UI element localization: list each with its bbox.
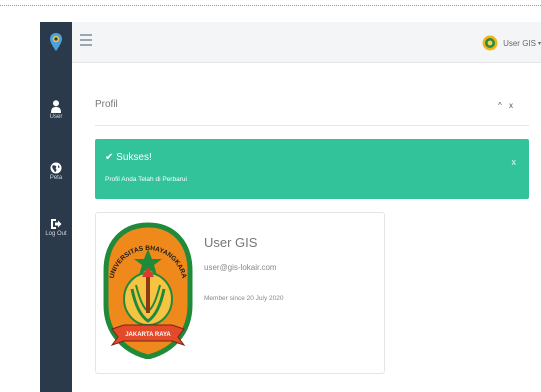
sidebar-item-label: User — [49, 114, 63, 120]
sidebar-item-peta[interactable]: Peta — [40, 162, 72, 181]
profile-card: UNIVERSITAS BHAYANGKARA JAKARTA RAYA Use… — [95, 212, 385, 374]
profile-email: user@gis-lokair.com — [204, 263, 277, 272]
member-since: Member since 20 July 2020 — [204, 295, 284, 302]
page-title: Profil — [95, 99, 118, 110]
hamburger-menu-icon[interactable] — [80, 34, 92, 48]
success-alert: ✔ Sukses! Profil Anda Telah di Perbarui … — [95, 139, 529, 199]
sidebar-item-label: Log Out — [45, 231, 67, 237]
close-icon[interactable]: x — [509, 101, 513, 110]
alert-title: ✔ Sukses! — [105, 152, 152, 163]
user-name: User GIS — [503, 38, 536, 48]
main-content: Profil ^ x ✔ Sukses! Profil Anda Telah d… — [72, 63, 541, 392]
user-icon — [51, 100, 61, 113]
panel-header: Profil ^ x — [95, 89, 529, 126]
top-dotted-border — [0, 5, 541, 6]
sidebar-item-user[interactable]: User — [40, 100, 72, 120]
university-logo: UNIVERSITAS BHAYANGKARA JAKARTA RAYA — [103, 222, 193, 359]
logo-ribbon-text: JAKARTA RAYA — [125, 332, 171, 338]
sidebar-item-logout[interactable]: Log Out — [40, 218, 72, 237]
globe-icon — [50, 162, 62, 174]
top-navbar: User GIS ▾ — [72, 22, 541, 63]
avatar — [482, 35, 498, 51]
alert-close-icon[interactable]: x — [512, 157, 517, 167]
profile-name: User GIS — [204, 235, 258, 250]
alert-message: Profil Anda Telah di Perbarui — [105, 176, 187, 183]
user-menu-dropdown[interactable]: User GIS ▾ — [482, 35, 541, 51]
panel-tools: ^ x — [493, 101, 513, 110]
map-pin-icon — [50, 33, 62, 51]
sidebar: User Peta Log Out — [40, 22, 72, 392]
brand-logo[interactable] — [40, 22, 72, 62]
logout-icon — [51, 219, 62, 229]
sidebar-item-label: Peta — [49, 175, 63, 181]
collapse-icon[interactable]: ^ — [498, 101, 502, 110]
